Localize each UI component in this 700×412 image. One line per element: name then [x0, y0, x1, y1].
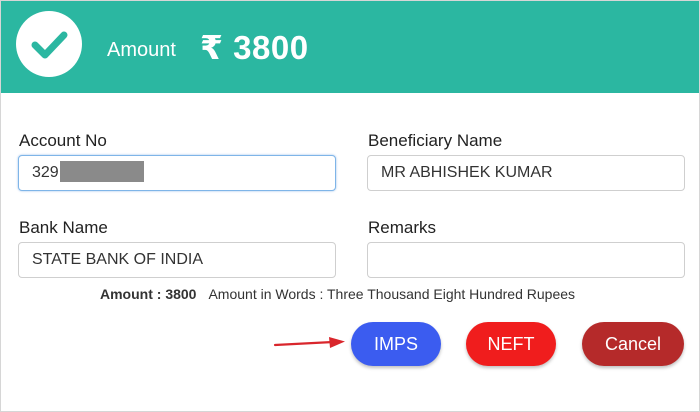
check-circle-icon — [16, 11, 82, 77]
summary-amount: Amount : 3800 — [100, 286, 197, 302]
header-bar: Amount ₹ 3800 — [1, 1, 699, 93]
remarks-input[interactable] — [367, 242, 685, 278]
beneficiary-name-input[interactable]: MR ABHISHEK KUMAR — [367, 155, 685, 191]
account-no-value: 329 — [32, 164, 59, 181]
account-no-input[interactable]: 329 — [18, 155, 336, 191]
masked-redaction — [59, 160, 144, 182]
bank-name-label: Bank Name — [19, 218, 108, 237]
account-no-label: Account No — [19, 131, 107, 150]
summary-amount-words: Amount in Words : Three Thousand Eight H… — [208, 286, 576, 302]
arrow-right-icon — [273, 337, 345, 348]
cancel-button[interactable]: Cancel — [582, 322, 684, 366]
imps-button[interactable]: IMPS — [351, 322, 441, 366]
amount-label: Amount — [107, 39, 176, 61]
neft-button[interactable]: NEFT — [466, 322, 556, 366]
amount-summary: Amount : 3800 Amount in Words : Three Tho… — [100, 285, 575, 303]
remarks-label: Remarks — [368, 218, 437, 237]
beneficiary-name-label: Beneficiary Name — [368, 131, 503, 150]
payment-confirmation-dialog: Amount ₹ 3800 Account No 329 Beneficiary… — [0, 0, 700, 412]
amount-value: ₹ 3800 — [200, 29, 309, 66]
bank-name-input[interactable]: STATE BANK OF INDIA — [18, 242, 336, 278]
